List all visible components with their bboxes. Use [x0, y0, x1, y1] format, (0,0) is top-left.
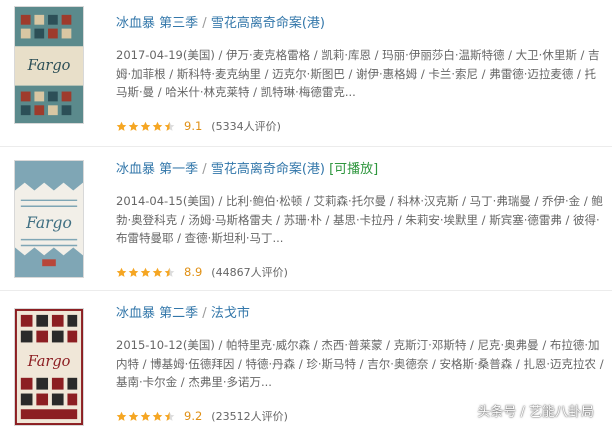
poster-image[interactable]: Fargo [14, 160, 84, 278]
poster-fargo-season1: Fargo [15, 161, 83, 277]
item-rating: 8.9 (44867人评价) [116, 264, 288, 280]
search-results-list: Fargo 冰血暴 第三季 / 雪花高离奇命案(港) 2017-04-19(美国… [0, 0, 612, 430]
poster-image[interactable]: Fargo [14, 308, 84, 426]
rating-score: 9.2 [184, 409, 203, 423]
rating-votes[interactable]: (5334人评价) [211, 118, 281, 134]
rating-stars [116, 121, 176, 132]
item-title-link[interactable]: 冰血暴 第一季 [116, 162, 198, 177]
star-icon [128, 267, 139, 277]
star-icon [116, 267, 127, 277]
star-icon [164, 411, 175, 421]
search-circle-icon [460, 405, 472, 417]
title-separator: / [202, 162, 207, 177]
star-icon [128, 411, 139, 421]
watermark: 头条号 / 艺能八卦局 [455, 401, 594, 420]
poster-logo: Fargo [27, 353, 71, 370]
poster-logo: Fargo [27, 57, 71, 74]
title-separator: / [202, 16, 207, 31]
star-icon [116, 411, 127, 421]
star-icon [164, 121, 175, 131]
item-title-line: 冰血暴 第三季 / 雪花高离奇命案(港) [116, 14, 606, 34]
star-icon [140, 121, 151, 131]
divider [0, 146, 612, 147]
item-alt-title[interactable]: 雪花高离奇命案(港) [211, 162, 325, 177]
star-icon [152, 267, 163, 277]
poster-logo: Fargo [25, 213, 72, 232]
item-rating: 9.2 (23512人评价) [116, 408, 288, 424]
star-icon [128, 121, 139, 131]
poster-fargo-season3: Fargo [15, 7, 83, 123]
rating-score: 9.1 [184, 119, 203, 133]
star-icon [140, 411, 151, 421]
item-title-line: 冰血暴 第一季 / 雪花高离奇命案(港) [可播放] [116, 160, 606, 180]
item-title-link[interactable]: 冰血暴 第三季 [116, 16, 198, 31]
rating-stars [116, 411, 176, 422]
star-icon [116, 121, 127, 131]
item-alt-title[interactable]: 雪花高离奇命案(港) [211, 16, 325, 31]
star-icon [140, 267, 151, 277]
rating-votes[interactable]: (44867人评价) [211, 264, 288, 280]
title-separator: / [202, 306, 207, 321]
rating-stars [116, 267, 176, 278]
item-content: 冰血暴 第三季 / 雪花高离奇命案(港) 2017-04-19(美国) / 伊万… [116, 14, 606, 102]
item-rating: 9.1 (5334人评价) [116, 118, 281, 134]
watermark-text: 头条号 / 艺能八卦局 [477, 405, 594, 420]
item-alt-title[interactable]: 法戈市 [211, 306, 250, 321]
star-icon [152, 411, 163, 421]
item-meta: 2015-10-12(美国) / 帕特里克·威尔森 / 杰西·普莱蒙 / 克斯汀… [116, 338, 604, 389]
star-icon [164, 267, 175, 277]
playable-badge[interactable]: [可播放] [329, 162, 378, 177]
divider [0, 290, 612, 291]
item-meta: 2017-04-19(美国) / 伊万·麦克格雷格 / 凯莉·库恩 / 玛丽·伊… [116, 48, 600, 99]
poster-image[interactable]: Fargo [14, 6, 84, 124]
star-icon [152, 121, 163, 131]
item-title-line: 冰血暴 第二季 / 法戈市 [116, 304, 606, 324]
rating-score: 8.9 [184, 265, 203, 279]
item-content: 冰血暴 第二季 / 法戈市 2015-10-12(美国) / 帕特里克·威尔森 … [116, 304, 606, 392]
poster-fargo-season2: Fargo [15, 309, 83, 425]
item-content: 冰血暴 第一季 / 雪花高离奇命案(港) [可播放] 2014-04-15(美国… [116, 160, 606, 248]
item-title-link[interactable]: 冰血暴 第二季 [116, 306, 198, 321]
rating-votes[interactable]: (23512人评价) [211, 408, 288, 424]
item-meta: 2014-04-15(美国) / 比利·鲍伯·松顿 / 艾莉森·托尔曼 / 科林… [116, 194, 603, 245]
